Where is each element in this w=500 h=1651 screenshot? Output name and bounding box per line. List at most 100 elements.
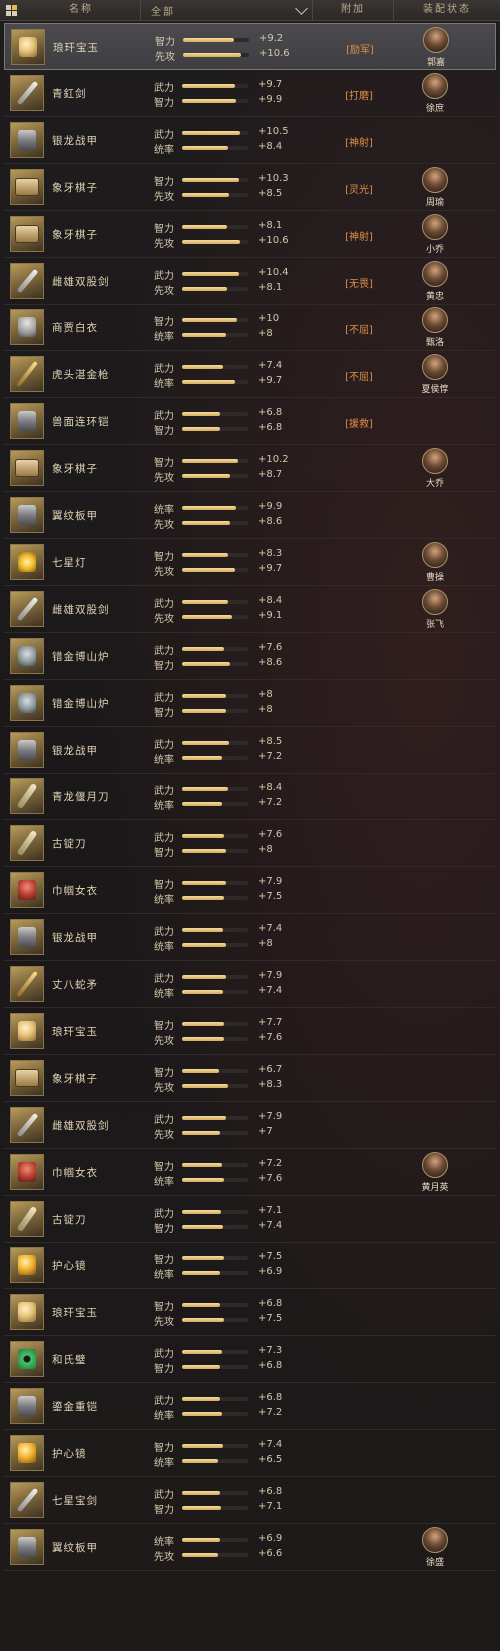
equipped-hero-name: 黄忠 <box>425 291 444 302</box>
stat-value: +8.1 <box>258 281 283 293</box>
stat-label: 智力 <box>154 707 174 719</box>
layout-toggle-icon[interactable] <box>0 4 22 16</box>
list-item[interactable]: 雌雄双股剑 武力 +10.4 先攻 +8.1 [无畏] 黄忠 <box>4 258 496 305</box>
stat-s1: 智力 +10.3 <box>154 173 294 188</box>
stat-value: +7.6 <box>258 829 283 841</box>
list-item[interactable]: 鎏金重铠 武力 +6.8 统率 +7.2 <box>4 1383 496 1431</box>
list-item[interactable]: 雌雄双股剑 武力 +7.9 先攻 +7 <box>4 1102 496 1149</box>
stat-label: 智力 <box>154 1443 174 1454</box>
filter-dropdown[interactable]: 全部 <box>141 0 313 20</box>
stat-value: +10.2 <box>258 454 289 466</box>
stat-s1: 智力 +9.2 <box>155 33 295 48</box>
stat-value: +7.2 <box>258 1157 283 1169</box>
stat-bar <box>182 1318 248 1323</box>
stat-bar-fill <box>182 333 226 338</box>
column-header-status[interactable]: 装配状态 <box>394 0 500 20</box>
avatar[interactable] <box>422 213 448 240</box>
list-item[interactable]: 象牙棋子 智力 +6.7 先攻 +8.3 <box>4 1055 496 1102</box>
list-item[interactable]: 丈八蛇矛 武力 +7.9 统率 +7.4 <box>4 961 496 1008</box>
list-item[interactable]: 翼纹板甲 统率 +6.9 先攻 +6.6 徐盛 <box>4 1524 496 1571</box>
stat-bar <box>182 975 248 979</box>
stat-s1: 武力 +7.4 <box>154 360 294 375</box>
list-item[interactable]: 七星灯 智力 +8.3 先攻 +9.7 曹操 <box>4 539 496 586</box>
list-item[interactable]: 琅玕宝玉 智力 +9.2 先攻 +10.6 [励军] 郭嘉 <box>4 23 496 70</box>
list-item[interactable]: 错金博山炉 武力 +8 智力 +8 <box>4 680 496 727</box>
list-item[interactable]: 雌雄双股剑 武力 +8.4 先攻 +9.1 张飞 <box>4 586 496 633</box>
avatar[interactable] <box>423 27 449 53</box>
avatar[interactable] <box>422 588 448 615</box>
avatar[interactable] <box>422 1526 448 1553</box>
stat-bar-fill <box>182 943 226 948</box>
stat-bar <box>182 1177 248 1182</box>
list-item[interactable]: 护心镜 智力 +7.5 统率 +6.9 <box>4 1242 496 1290</box>
list-item[interactable]: 银龙战甲 武力 +10.5 统率 +8.4 [神射] <box>4 117 496 164</box>
list-item[interactable]: 琅玕宝玉 智力 +7.7 先攻 +7.6 <box>4 1008 496 1055</box>
list-item[interactable]: 象牙棋子 智力 +8.1 先攻 +10.6 [神射] 小乔 <box>4 211 496 258</box>
stat-bar-fill <box>182 849 226 854</box>
stat-bar <box>182 1083 248 1088</box>
list-item[interactable]: 青釭剑 武力 +9.7 智力 +9.9 [打磨] 徐庶 <box>4 70 496 117</box>
avatar[interactable] <box>422 541 448 568</box>
item-name: 商贾白衣 <box>52 322 98 335</box>
stat-value: +6.7 <box>258 1063 283 1075</box>
list-item[interactable]: 古锭刀 武力 +7.1 智力 +7.4 <box>4 1196 496 1243</box>
extra-attribute: [神射] <box>345 137 373 149</box>
list-item[interactable]: 巾帼女衣 智力 +7.2 统率 +7.6 黄月英 <box>4 1149 496 1196</box>
list-item[interactable]: 兽面连环铠 武力 +6.8 智力 +6.8 [援救] <box>4 398 496 446</box>
list-item[interactable]: 虎头湛金枪 武力 +7.4 统率 +9.7 [不屈] 夏侯惇 <box>4 351 496 399</box>
stat-bar <box>182 1162 248 1167</box>
stat-bar <box>182 1130 248 1135</box>
stat-value: +7.4 <box>258 360 283 372</box>
list-item[interactable]: 银龙战甲 武力 +7.4 统率 +8 <box>4 914 496 962</box>
stat-s2: 统率 +9.7 <box>154 375 294 390</box>
equipped-hero-name: 徐庶 <box>425 103 444 114</box>
list-item[interactable]: 青龙偃月刀 武力 +8.4 统率 +7.2 <box>4 773 496 821</box>
avatar[interactable] <box>422 260 448 287</box>
item-name: 象牙棋子 <box>52 1072 98 1085</box>
equipped-hero-name: 大乔 <box>425 479 444 490</box>
stat-label: 统率 <box>154 1458 174 1469</box>
list-item[interactable]: 护心镜 智力 +7.4 统率 +6.5 <box>4 1430 496 1477</box>
avatar[interactable] <box>422 354 448 381</box>
list-item[interactable]: 翼纹板甲 统率 +9.9 先攻 +8.6 <box>4 492 496 539</box>
armor-icon <box>10 497 44 533</box>
stat-value: +7.6 <box>258 1172 283 1184</box>
bi-disc-icon <box>10 1341 44 1378</box>
stat-value: +8.4 <box>258 140 283 152</box>
list-item[interactable]: 古锭刀 武力 +7.6 智力 +8 <box>4 820 496 868</box>
item-name: 和氏璧 <box>52 1354 87 1367</box>
list-item[interactable]: 琅玕宝玉 智力 +6.8 先攻 +7.5 <box>4 1289 496 1337</box>
stat-bar <box>182 928 248 933</box>
avatar[interactable] <box>422 307 448 334</box>
stat-s1: 武力 +6.8 <box>154 1485 294 1501</box>
stat-bar <box>182 802 248 807</box>
stat-label: 武力 <box>154 833 174 845</box>
stat-bar <box>182 224 248 229</box>
list-item[interactable]: 错金博山炉 武力 +7.6 智力 +8.6 <box>4 633 496 680</box>
stat-s2: 先攻 +7 <box>154 1126 294 1141</box>
stat-s1: 智力 +7.7 <box>154 1017 294 1032</box>
list-item[interactable]: 和氏璧 武力 +7.3 智力 +6.8 <box>4 1336 496 1384</box>
stat-value: +6.8 <box>258 1392 283 1404</box>
stat-bar-fill <box>182 1444 223 1448</box>
list-item[interactable]: 商贾白衣 智力 +10 统率 +8 [不屈] 甄洛 <box>4 304 496 352</box>
blade-icon <box>10 825 44 862</box>
list-item[interactable]: 象牙棋子 智力 +10.2 先攻 +8.7 大乔 <box>4 445 496 493</box>
avatar[interactable] <box>422 1151 448 1178</box>
column-header-extra[interactable]: 附加 <box>313 0 394 20</box>
avatar[interactable] <box>422 166 448 193</box>
list-item[interactable]: 七星宝剑 武力 +6.8 智力 +7.1 <box>4 1477 496 1524</box>
stat-label: 智力 <box>154 1302 174 1314</box>
list-item[interactable]: 银龙战甲 武力 +8.5 统率 +7.2 <box>4 727 496 774</box>
stat-label: 统率 <box>154 989 174 1000</box>
censer-icon <box>10 684 44 721</box>
column-header-name[interactable]: 名称 <box>22 0 141 20</box>
list-item[interactable]: 巾帼女衣 智力 +7.9 统率 +7.5 <box>4 867 496 915</box>
armor-icon <box>10 1388 44 1425</box>
list-item[interactable]: 象牙棋子 智力 +10.3 先攻 +8.5 [灵光] 周瑜 <box>4 164 496 211</box>
stat-value: +7.4 <box>258 1439 283 1450</box>
mirror-icon <box>10 1247 44 1284</box>
avatar[interactable] <box>422 448 448 475</box>
stat-value: +6.8 <box>258 1485 283 1497</box>
avatar[interactable] <box>422 72 448 99</box>
